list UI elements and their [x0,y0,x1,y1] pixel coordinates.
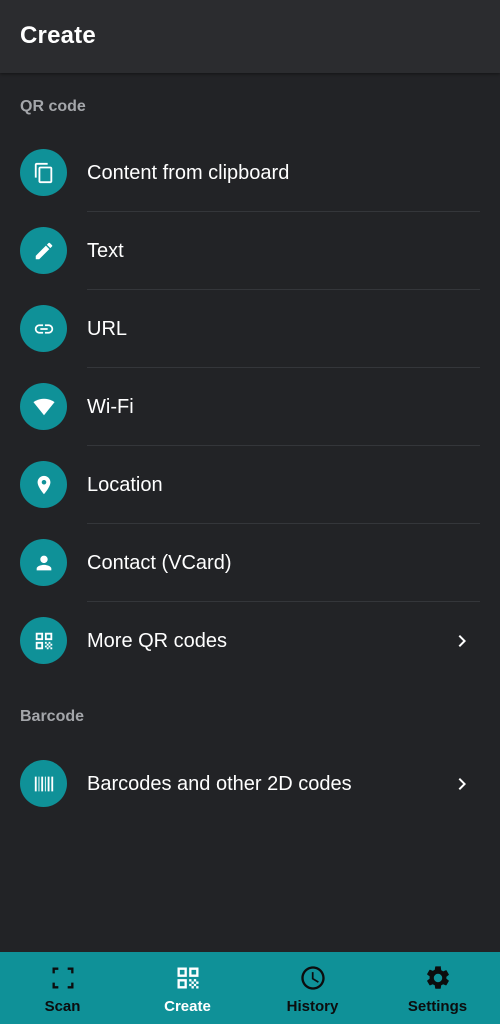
chevron-right-icon [450,629,474,653]
nav-item-scan[interactable]: Scan [0,952,125,1024]
list-item-text[interactable]: Text [0,212,500,290]
link-icon [20,305,67,352]
list-item-label: URL [87,318,128,340]
list-item-wifi[interactable]: Wi-Fi [0,368,500,446]
nav-label: Scan [44,998,81,1015]
list-item-label: Content from clipboard [87,162,290,184]
list-item-content-from-clipboard[interactable]: Content from clipboard [0,134,500,212]
bottom-navigation: Scan Create History Settings [0,952,500,1024]
location-pin-icon [20,461,67,508]
scan-icon [52,967,73,989]
nav-item-history[interactable]: History [250,952,375,1024]
section-header-barcode: Barcode [20,708,85,725]
list-item-more-qr-codes[interactable]: More QR codes [0,602,500,680]
list-item-location[interactable]: Location [0,446,500,524]
qr-code-icon [177,967,198,989]
list-item-label: Barcodes and other 2D codes [87,773,352,795]
qr-code-icon [20,617,67,664]
list-item-label: Location [87,474,163,496]
chevron-right-icon [450,772,474,796]
nav-label: History [286,998,339,1015]
pencil-icon [20,227,67,274]
section-header-qr-code: QR code [20,98,86,115]
wifi-icon [20,383,67,430]
list-item-label: Wi-Fi [87,396,134,418]
clipboard-icon [20,149,67,196]
page-title: Create [20,22,96,49]
list-item-url[interactable]: URL [0,290,500,368]
nav-item-create[interactable]: Create [125,952,250,1024]
nav-label: Settings [407,998,468,1015]
list-item-label: More QR codes [87,630,228,652]
barcode-icon [20,760,67,807]
list-item-barcodes-and-other-2d-codes[interactable]: Barcodes and other 2D codes [0,745,500,823]
list-item-label: Contact (VCard) [87,552,232,574]
list-item-contact-vcard[interactable]: Contact (VCard) [0,524,500,602]
list-item-label: Text [87,240,124,262]
app-bar: Create [0,0,500,73]
nav-item-settings[interactable]: Settings [375,952,500,1024]
person-icon [20,539,67,586]
clock-icon [300,966,325,990]
gear-icon [426,966,449,989]
nav-label: Create [164,998,211,1015]
